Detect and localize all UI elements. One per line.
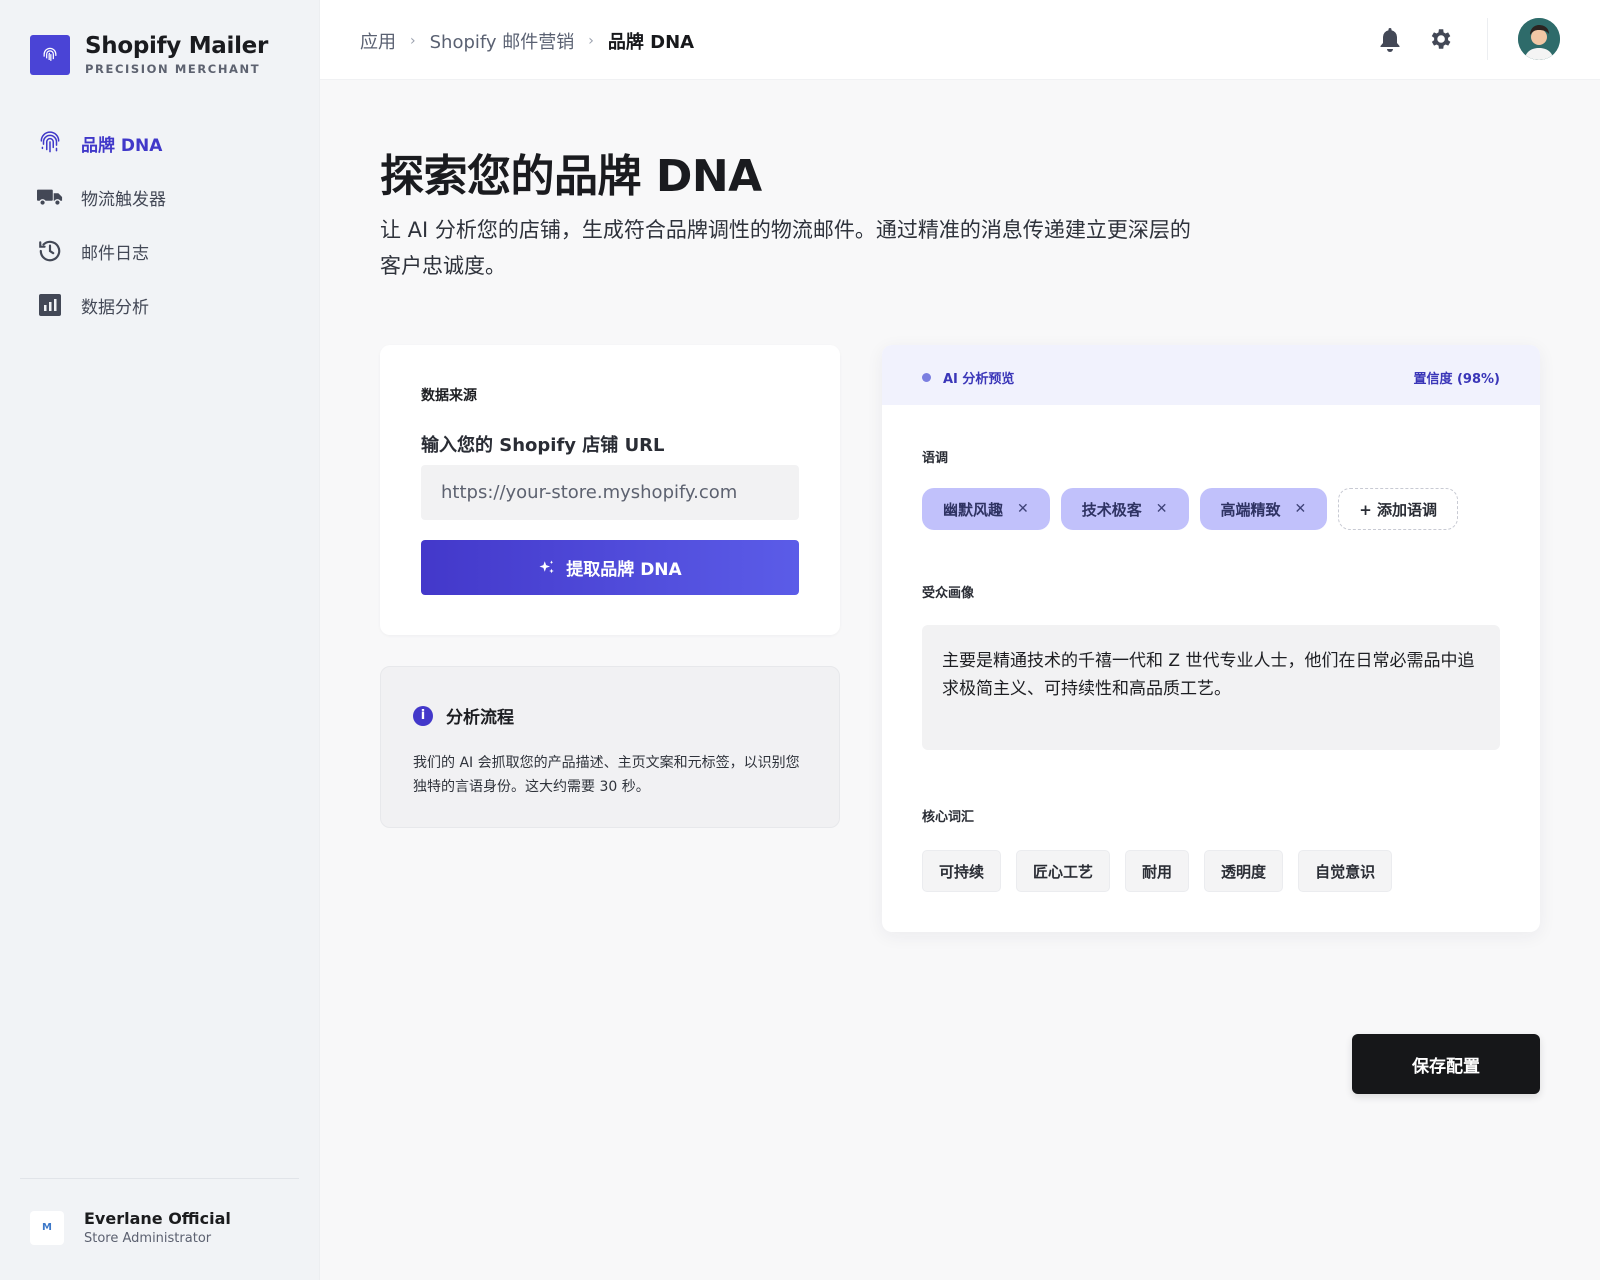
tone-chip-label: 幽默风趣 [943,500,1004,519]
sidebar-item-email-log[interactable]: 邮件日志 [0,224,320,278]
store-profile[interactable]: M Everlane Official Store Administrator [30,1209,231,1246]
sidebar-nav: 品牌 DNA 物流触发器 邮件日志 数据分析 [0,116,320,332]
header-divider [1487,18,1488,60]
add-tone-button[interactable]: + 添加语调 [1338,488,1459,530]
keywords-label: 核心词汇 [922,810,975,825]
fingerprint-icon [37,130,63,156]
avatar[interactable] [1518,18,1560,60]
store-role: Store Administrator [84,1231,212,1246]
info-icon: i [413,705,433,726]
breadcrumb: 应用 › Shopify 邮件营销 › 品牌 DNA [360,28,694,54]
brand-logo [30,34,70,75]
tone-chip-list: 幽默风趣 ✕ 技术极客 ✕ 高端精致 ✕ + 添加语调 [922,488,1459,530]
bell-icon[interactable] [1375,24,1405,54]
analytics-icon [37,292,63,318]
tone-chip-label: 技术极客 [1081,500,1142,519]
brand: Shopify Mailer PRECISION MERCHANT [30,33,268,76]
close-icon[interactable]: ✕ [1295,501,1307,517]
extract-brand-dna-button[interactable]: 提取品牌 DNA [421,540,799,595]
tone-chip[interactable]: 技术极客 ✕ [1060,488,1189,530]
page-title: 探索您的品牌 DNA [380,151,762,202]
preview-title: AI 分析预览 [943,372,1015,387]
confidence-badge: 置信度 (98%) [1413,372,1500,387]
close-icon[interactable]: ✕ [1156,501,1168,517]
gear-icon[interactable] [1425,24,1455,54]
sidebar-item-analytics[interactable]: 数据分析 [0,278,320,332]
keyword-chip: 可持续 [922,850,1002,892]
store-url-label: 输入您的 Shopify 店铺 URL [421,435,665,456]
info-text: 我们的 AI 会抓取您的产品描述、主页文案和元标签，以识别您独特的言语身份。这大… [413,755,800,795]
store-url-input[interactable] [421,465,799,520]
breadcrumb-apps[interactable]: 应用 [360,28,396,54]
preview-header: AI 分析预览 置信度 (98%) [882,345,1540,405]
sidebar-divider [20,1178,299,1179]
history-icon [37,238,63,264]
sparkle-icon [538,559,556,577]
sidebar-item-logistics-triggers[interactable]: 物流触发器 [0,170,320,224]
tone-chip[interactable]: 高端精致 ✕ [1199,488,1328,530]
store-name: Everlane Official [84,1209,231,1228]
breadcrumb-shopify-marketing[interactable]: Shopify 邮件营销 [430,28,575,54]
breadcrumb-current: 品牌 DNA [607,32,695,53]
status-dot-icon [922,373,931,382]
tone-label: 语调 [922,451,949,466]
sidebar-item-label: 数据分析 [81,297,149,318]
top-bar: 应用 › Shopify 邮件营销 › 品牌 DNA [320,0,1600,80]
chevron-right-icon: › [588,33,594,49]
analysis-process-box: i 分析流程 我们的 AI 会抓取您的产品描述、主页文案和元标签，以识别您独特的… [380,666,840,828]
sidebar-item-label: 邮件日志 [81,243,149,264]
sidebar-item-label: 物流触发器 [81,189,166,210]
sidebar: Shopify Mailer PRECISION MERCHANT 品牌 DNA [0,0,320,1280]
data-source-card: 数据来源 输入您的 Shopify 店铺 URL 提取品牌 DNA [380,345,840,635]
ai-preview-card: AI 分析预览 置信度 (98%) 语调 幽默风趣 ✕ 技术极客 ✕ 高端精致 … [882,345,1540,932]
extract-button-label: 提取品牌 DNA [566,560,682,580]
truck-icon [37,184,63,210]
card-label: 数据来源 [421,388,477,404]
info-title: 分析流程 [446,708,514,728]
keyword-chip: 耐用 [1125,850,1190,892]
store-logo: M [30,1210,64,1245]
sidebar-item-brand-dna[interactable]: 品牌 DNA [0,116,320,170]
keyword-chip: 匠心工艺 [1016,850,1111,892]
keyword-chip: 透明度 [1204,850,1284,892]
page-description: 让 AI 分析您的店铺，生成符合品牌调性的物流邮件。通过精准的消息传递建立更深层… [380,218,1191,278]
audience-label: 受众画像 [922,586,975,601]
audience-profile-text[interactable]: 主要是精通技术的千禧一代和 Z 世代专业人士，他们在日常必需品中追求极简主义、可… [922,625,1500,750]
tone-chip-label: 高端精致 [1220,500,1281,519]
save-config-button[interactable]: 保存配置 [1352,1034,1540,1094]
brand-name: Shopify Mailer [85,33,269,59]
tone-chip[interactable]: 幽默风趣 ✕ [922,488,1050,530]
close-icon[interactable]: ✕ [1017,501,1029,517]
keyword-chip: 自觉意识 [1298,850,1393,892]
chevron-right-icon: › [410,33,416,49]
sidebar-item-label: 品牌 DNA [81,135,163,156]
brand-tagline: PRECISION MERCHANT [85,62,261,76]
keyword-list: 可持续 匠心工艺 耐用 透明度 自觉意识 [922,850,1407,892]
